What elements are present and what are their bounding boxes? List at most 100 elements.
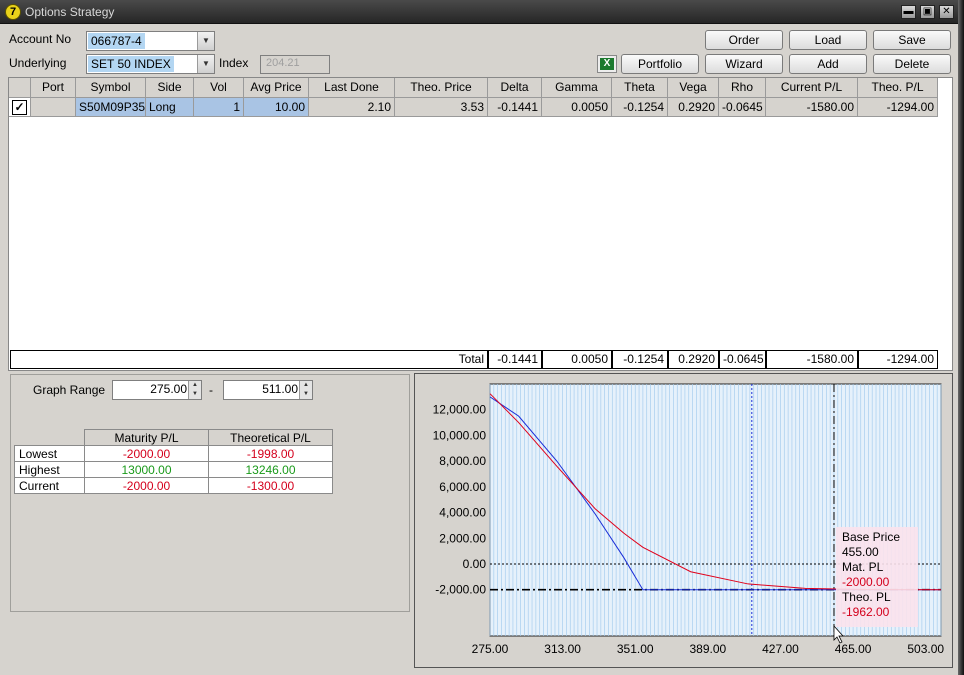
window-edge xyxy=(958,0,964,675)
payoff-chart-panel[interactable]: 12,000.00 10,000.00 8,000.00 6,000.00 4,000.… xyxy=(414,373,953,668)
total-delta: -0.1441 xyxy=(488,350,542,369)
cell-current-pl[interactable]: -1580.00 xyxy=(766,98,858,117)
col-header-rho[interactable]: Rho xyxy=(719,78,766,98)
col-header-vol[interactable]: Vol xyxy=(194,78,244,98)
y-tick-label: -2,000.00 xyxy=(435,583,486,597)
y-tick-label: 8,000.00 xyxy=(439,454,486,468)
cell-rho[interactable]: -0.0645 xyxy=(719,98,766,117)
window-title: Options Strategy xyxy=(25,5,115,19)
account-no-label: Account No xyxy=(9,32,72,46)
close-button[interactable]: ✕ xyxy=(939,5,954,19)
graph-range-to-value: 511.00 xyxy=(262,382,298,396)
total-current-pl: -1580.00 xyxy=(766,350,858,369)
total-theo-pl: -1294.00 xyxy=(858,350,938,369)
cell-theta[interactable]: -0.1254 xyxy=(612,98,668,117)
y-tick-label: 0.00 xyxy=(463,557,487,571)
chevron-down-icon[interactable]: ▼ xyxy=(197,32,214,50)
cell-port[interactable] xyxy=(31,98,76,117)
cell-delta[interactable]: -0.1441 xyxy=(488,98,542,117)
total-vega: 0.2920 xyxy=(668,350,719,369)
spin-arrows-icon[interactable]: ▲ ▼ xyxy=(299,381,312,399)
x-tick-label: 389.00 xyxy=(690,642,727,656)
spin-arrows-icon[interactable]: ▲ ▼ xyxy=(188,381,201,399)
col-header-gamma[interactable]: Gamma xyxy=(542,78,612,98)
col-header-vega[interactable]: Vega xyxy=(668,78,719,98)
pl-header-maturity: Maturity P/L xyxy=(84,429,209,446)
payoff-chart[interactable]: 12,000.00 10,000.00 8,000.00 6,000.00 4,000.… xyxy=(415,374,952,667)
cell-gamma[interactable]: 0.0050 xyxy=(542,98,612,117)
portfolio-button[interactable]: Portfolio xyxy=(621,54,699,74)
tooltip-base-price-label: Base Price xyxy=(842,530,900,544)
maximize-button[interactable]: ▣ xyxy=(920,5,935,19)
total-rho: -0.0645 xyxy=(719,350,766,369)
col-header-theo-price[interactable]: Theo. Price xyxy=(395,78,488,98)
options-strategy-window: 7 Options Strategy ▬ ▣ ✕ Account No 0667… xyxy=(0,0,960,675)
underlying-label: Underlying xyxy=(9,56,67,70)
x-tick-label: 427.00 xyxy=(762,642,799,656)
excel-icon: X xyxy=(600,58,614,70)
pl-value: 13000.00 xyxy=(84,461,209,478)
pl-row-label: Lowest xyxy=(14,445,85,462)
x-tick-label: 465.00 xyxy=(835,642,872,656)
pl-header-theoretical: Theoretical P/L xyxy=(208,429,333,446)
pl-row-label: Current xyxy=(14,477,85,494)
account-no-combo[interactable]: 066787-4 ▼ xyxy=(86,31,215,51)
delete-button[interactable]: Delete xyxy=(873,54,951,74)
graph-range-to-input[interactable]: 511.00 ▲ ▼ xyxy=(223,380,313,400)
underlying-combo[interactable]: SET 50 INDEX ▼ xyxy=(86,54,215,74)
graph-range-separator: - xyxy=(209,383,213,397)
graph-range-from-input[interactable]: 275.00 ▲ ▼ xyxy=(112,380,202,400)
positions-grid[interactable]: Port Symbol Side Vol Avg Price Last Done… xyxy=(8,77,953,371)
add-button[interactable]: Add xyxy=(789,54,867,74)
tooltip-theo-pl: -1962.00 xyxy=(842,605,890,619)
wizard-button[interactable]: Wizard xyxy=(705,54,783,74)
account-no-value: 066787-4 xyxy=(88,33,145,49)
cell-vega[interactable]: 0.2920 xyxy=(668,98,719,117)
cell-vol[interactable]: 1 xyxy=(194,98,244,117)
cell-last-done[interactable]: 2.10 xyxy=(309,98,395,117)
pl-header-blank xyxy=(14,429,85,446)
cell-side[interactable]: Long xyxy=(146,98,194,117)
tooltip-mat-pl: -2000.00 xyxy=(842,575,890,589)
y-tick-label: 4,000.00 xyxy=(439,506,486,520)
pl-value: 13246.00 xyxy=(208,461,333,478)
pl-summary-table: Maturity P/L Theoretical P/L Lowest -200… xyxy=(14,429,333,494)
save-button[interactable]: Save xyxy=(873,30,951,50)
total-gamma: 0.0050 xyxy=(542,350,612,369)
col-header-theta[interactable]: Theta xyxy=(612,78,668,98)
pl-row-label: Highest xyxy=(14,461,85,478)
minimize-button[interactable]: ▬ xyxy=(901,5,916,19)
tooltip-base-price: 455.00 xyxy=(842,545,879,559)
y-tick-label: 2,000.00 xyxy=(439,531,486,545)
grid-header-check xyxy=(9,78,31,98)
tooltip-mat-pl-label: Mat. PL xyxy=(842,560,884,574)
load-button[interactable]: Load xyxy=(789,30,867,50)
cell-avg-price[interactable]: 10.00 xyxy=(244,98,309,117)
order-button[interactable]: Order xyxy=(705,30,783,50)
export-excel-button[interactable]: X xyxy=(597,55,617,73)
col-header-side[interactable]: Side xyxy=(146,78,194,98)
y-tick-label: 10,000.00 xyxy=(433,428,487,442)
cell-theo-price[interactable]: 3.53 xyxy=(395,98,488,117)
col-header-delta[interactable]: Delta xyxy=(488,78,542,98)
chevron-down-icon[interactable]: ▼ xyxy=(197,55,214,73)
pl-value: -2000.00 xyxy=(84,445,209,462)
col-header-current-pl[interactable]: Current P/L xyxy=(766,78,858,98)
table-row: Highest 13000.00 13246.00 xyxy=(14,461,333,478)
col-header-symbol[interactable]: Symbol xyxy=(76,78,146,98)
col-header-theo-pl[interactable]: Theo. P/L xyxy=(858,78,938,98)
cell-symbol[interactable]: S50M09P355 xyxy=(76,98,146,117)
app-logo-icon: 7 xyxy=(5,4,21,20)
x-tick-label: 313.00 xyxy=(544,642,581,656)
col-header-port[interactable]: Port xyxy=(31,78,76,98)
tooltip-theo-pl-label: Theo. PL xyxy=(842,590,891,604)
title-bar[interactable]: 7 Options Strategy ▬ ▣ ✕ xyxy=(0,0,960,24)
index-field: 204.21 xyxy=(260,55,330,74)
x-tick-label: 503.00 xyxy=(907,642,944,656)
row-checkbox[interactable]: ✓ xyxy=(12,100,27,115)
pl-value: -1998.00 xyxy=(208,445,333,462)
col-header-last-done[interactable]: Last Done xyxy=(309,78,395,98)
cell-theo-pl[interactable]: -1294.00 xyxy=(858,98,938,117)
col-header-avg-price[interactable]: Avg Price xyxy=(244,78,309,98)
graph-range-label: Graph Range xyxy=(33,383,106,397)
